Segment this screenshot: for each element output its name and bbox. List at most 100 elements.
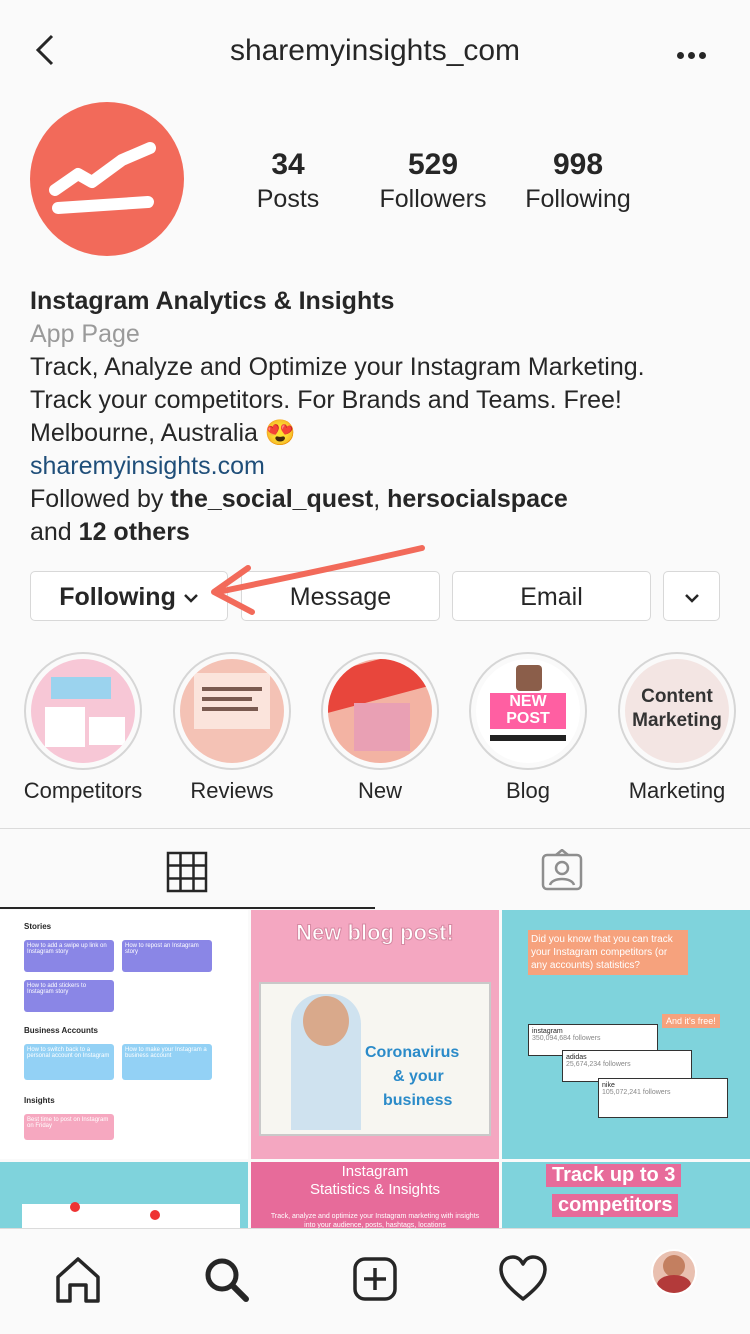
post-text: 105,072,241 followers (602, 1089, 671, 1096)
highlight-competitors[interactable]: Competitors (23, 652, 143, 804)
following-button[interactable]: Following (30, 571, 228, 621)
blog-cover-text-2: POST (506, 710, 550, 727)
post-thumbnail[interactable]: New blog post! Coronavirus & your busine… (251, 910, 499, 1159)
highlight-ring (321, 652, 439, 770)
post-text: How to add a swipe up link on Instagram … (24, 940, 114, 972)
following-button-label: Following (59, 583, 176, 611)
highlight-cover (180, 659, 284, 763)
profile-bio: Instagram Analytics & Insights App Page … (30, 285, 730, 549)
post-text: & your (393, 1068, 444, 1085)
post-text: And it's free! (662, 1014, 720, 1028)
post-thumbnail[interactable]: Track up to 3 competitors (502, 1162, 750, 1230)
post-thumbnail[interactable]: Stories How to add a swipe up link on In… (0, 910, 248, 1159)
bio-line-2: Track your competitors. For Brands and T… (30, 386, 622, 414)
highlight-new[interactable]: New (320, 652, 440, 804)
suggested-accounts-button[interactable] (663, 571, 720, 621)
highlight-marketing[interactable]: Content Marketing Marketing (617, 652, 737, 804)
followed-by-user-1[interactable]: the_social_quest (170, 485, 373, 513)
post-text: Track up to 3 (546, 1164, 682, 1187)
post-text: New blog post! (296, 920, 455, 946)
posts-number: 34 (271, 148, 305, 181)
trend-line-logo (49, 142, 156, 214)
profile-category: App Page (30, 320, 140, 348)
profile-username: sharemyinsights_com (229, 34, 521, 67)
highlight-ring (173, 652, 291, 770)
posts-count[interactable]: 34 Posts (247, 148, 329, 216)
followers-label: Followers (379, 185, 487, 213)
post-text: Insights (24, 1096, 55, 1105)
posts-label: Posts (256, 185, 320, 213)
marketing-cover-text-2: Marketing (632, 710, 722, 731)
following-count[interactable]: 998 Following (515, 148, 641, 216)
post-text: 25,674,234 followers (566, 1061, 631, 1068)
post-text: Did you know that you can track your Ins… (528, 930, 688, 975)
followed-by-line[interactable]: Followed by the_social_quest, hersocials… (30, 483, 730, 516)
followers-number: 529 (407, 148, 459, 181)
blog-cover-text-1: NEW (509, 693, 547, 710)
annotation-arrow (211, 545, 425, 615)
highlight-reviews[interactable]: Reviews (172, 652, 292, 804)
bio-location: Melbourne, Australia (30, 419, 258, 447)
followed-by-and: and (30, 518, 79, 546)
highlight-label: New (357, 778, 402, 803)
followed-by-separator: , (373, 485, 388, 513)
post-thumbnail[interactable]: Instagram Statistics & Insights Track, a… (251, 1162, 499, 1230)
post-text: How to make your Instagram a business ac… (122, 1044, 212, 1080)
search-icon[interactable] (198, 1251, 254, 1307)
marketing-cover-text-1: Content (641, 686, 713, 707)
home-icon[interactable] (50, 1251, 106, 1307)
followed-by-user-2[interactable]: hersocialspace (387, 485, 568, 513)
post-text: competitors (552, 1194, 679, 1217)
heart-eyes-emoji: 😍 (264, 419, 296, 447)
post-text: Instagram (341, 1163, 409, 1180)
tagged-photos-icon[interactable] (540, 849, 584, 893)
highlight-ring: NEW POST (469, 652, 587, 770)
bio-location-line: Melbourne, Australia 😍 (30, 417, 730, 450)
followed-by-prefix: Followed by (30, 485, 171, 513)
post-text: instagram (532, 1028, 563, 1035)
post-text: Business Accounts (24, 1026, 98, 1035)
chevron-down-icon (684, 594, 699, 604)
profile-name: Instagram Analytics & Insights (30, 287, 395, 315)
post-text: adidas (566, 1054, 587, 1061)
highlight-cover (31, 659, 135, 763)
top-bar: sharemyinsights_com (0, 0, 750, 100)
posts-grid: Stories How to add a swipe up link on In… (0, 910, 750, 1230)
post-text: nike (602, 1082, 615, 1089)
post-text: How to add stickers to Instagram story (24, 980, 114, 1012)
post-text: business (383, 1092, 453, 1109)
email-button-label: Email (520, 583, 583, 611)
following-label: Following (525, 185, 631, 213)
highlight-ring: Content Marketing (618, 652, 736, 770)
post-thumbnail[interactable] (0, 1162, 248, 1230)
chevron-down-icon (183, 594, 198, 604)
heart-icon[interactable] (495, 1251, 551, 1307)
highlight-ring (24, 652, 142, 770)
post-text: How to switch back to a personal account… (24, 1044, 114, 1080)
post-text: Statistics & Insights (309, 1181, 441, 1198)
post-text: 350,094,684 followers (532, 1035, 601, 1042)
followed-by-others[interactable]: 12 others (79, 518, 190, 546)
post-text: How to repost an Instagram story (122, 940, 212, 972)
more-options-icon[interactable] (677, 46, 710, 64)
highlight-cover: Content Marketing (625, 659, 729, 763)
highlight-cover: NEW POST (476, 659, 580, 763)
new-post-icon[interactable] (347, 1251, 403, 1307)
bio-line-1: Track, Analyze and Optimize your Instagr… (30, 353, 645, 381)
grid-icon[interactable] (166, 851, 208, 893)
highlight-blog[interactable]: NEW POST Blog (468, 652, 588, 804)
post-thumbnail[interactable]: Did you know that you can track your Ins… (502, 910, 750, 1159)
highlight-cover (328, 659, 432, 763)
active-tab-indicator (0, 907, 375, 909)
email-button[interactable]: Email (452, 571, 651, 621)
following-number: 998 (552, 148, 604, 181)
profile-avatar-small[interactable] (651, 1249, 697, 1295)
highlight-label: Marketing (628, 778, 726, 803)
post-text: Coronavirus (365, 1044, 460, 1061)
profile-avatar[interactable] (30, 102, 184, 256)
website-link[interactable]: sharemyinsights.com (30, 450, 730, 483)
followers-count[interactable]: 529 Followers (370, 148, 496, 216)
highlight-label: Competitors (23, 778, 143, 803)
post-text: Best time to post on Instagram on Friday (24, 1114, 114, 1140)
highlight-label: Reviews (190, 778, 274, 803)
